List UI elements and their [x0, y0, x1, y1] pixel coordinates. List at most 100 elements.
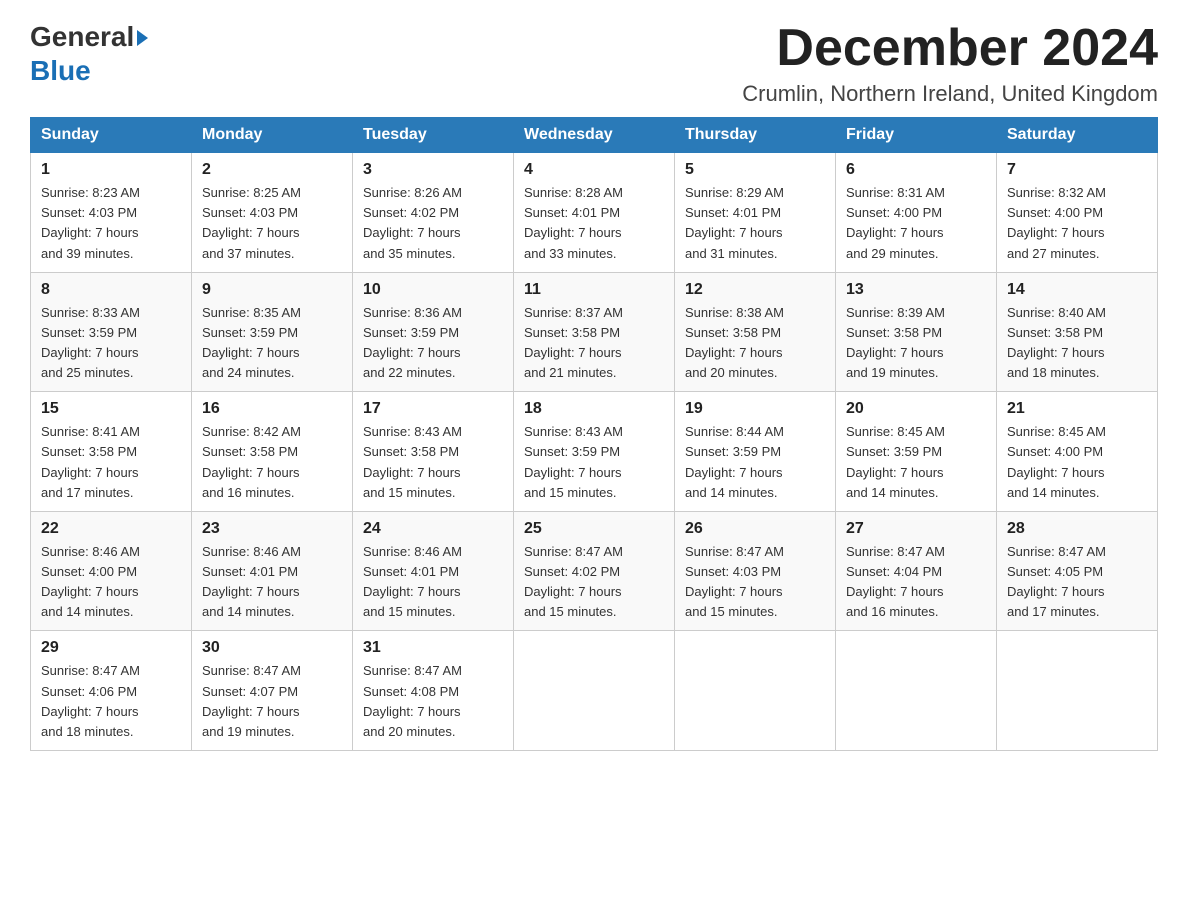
calendar-header-tuesday: Tuesday [353, 118, 514, 153]
calendar-cell: 6 Sunrise: 8:31 AM Sunset: 4:00 PM Daylig… [836, 153, 997, 273]
calendar-table: SundayMondayTuesdayWednesdayThursdayFrid… [30, 117, 1158, 751]
calendar-week-row: 29 Sunrise: 8:47 AM Sunset: 4:06 PM Dayli… [31, 631, 1158, 751]
calendar-header-sunday: Sunday [31, 118, 192, 153]
day-info: Sunrise: 8:41 AM Sunset: 3:58 PM Dayligh… [41, 422, 181, 503]
calendar-cell [675, 631, 836, 751]
calendar-cell: 9 Sunrise: 8:35 AM Sunset: 3:59 PM Daylig… [192, 272, 353, 392]
calendar-header-row: SundayMondayTuesdayWednesdayThursdayFrid… [31, 118, 1158, 153]
calendar-cell: 15 Sunrise: 8:41 AM Sunset: 3:58 PM Dayli… [31, 392, 192, 512]
day-number: 10 [363, 281, 503, 299]
day-info: Sunrise: 8:37 AM Sunset: 3:58 PM Dayligh… [524, 303, 664, 384]
day-info: Sunrise: 8:47 AM Sunset: 4:03 PM Dayligh… [685, 542, 825, 623]
calendar-header-friday: Friday [836, 118, 997, 153]
day-number: 4 [524, 161, 664, 179]
day-number: 17 [363, 400, 503, 418]
day-number: 27 [846, 520, 986, 538]
logo: General Blue [30, 20, 148, 87]
logo-blue: Blue [30, 55, 91, 86]
day-number: 11 [524, 281, 664, 299]
day-info: Sunrise: 8:47 AM Sunset: 4:05 PM Dayligh… [1007, 542, 1147, 623]
calendar-cell: 27 Sunrise: 8:47 AM Sunset: 4:04 PM Dayli… [836, 511, 997, 631]
calendar-cell: 12 Sunrise: 8:38 AM Sunset: 3:58 PM Dayli… [675, 272, 836, 392]
calendar-cell: 23Sunrise: 8:46 AM Sunset: 4:01 PM Dayli… [192, 511, 353, 631]
day-info: Sunrise: 8:35 AM Sunset: 3:59 PM Dayligh… [202, 303, 342, 384]
calendar-cell [836, 631, 997, 751]
day-number: 12 [685, 281, 825, 299]
calendar-cell: 28 Sunrise: 8:47 AM Sunset: 4:05 PM Dayli… [997, 511, 1158, 631]
day-number: 19 [685, 400, 825, 418]
calendar-cell: 31Sunrise: 8:47 AM Sunset: 4:08 PM Dayli… [353, 631, 514, 751]
calendar-cell: 2 Sunrise: 8:25 AM Sunset: 4:03 PM Daylig… [192, 153, 353, 273]
day-info: Sunrise: 8:43 AM Sunset: 3:58 PM Dayligh… [363, 422, 503, 503]
day-info: Sunrise: 8:42 AM Sunset: 3:58 PM Dayligh… [202, 422, 342, 503]
day-number: 8 [41, 281, 181, 299]
logo-general: General [30, 20, 134, 54]
day-number: 2 [202, 161, 342, 179]
day-number: 1 [41, 161, 181, 179]
calendar-week-row: 22Sunrise: 8:46 AM Sunset: 4:00 PM Dayli… [31, 511, 1158, 631]
day-number: 6 [846, 161, 986, 179]
day-info: Sunrise: 8:45 AM Sunset: 3:59 PM Dayligh… [846, 422, 986, 503]
calendar-cell: 30 Sunrise: 8:47 AM Sunset: 4:07 PM Dayli… [192, 631, 353, 751]
calendar-header-thursday: Thursday [675, 118, 836, 153]
day-info: Sunrise: 8:39 AM Sunset: 3:58 PM Dayligh… [846, 303, 986, 384]
day-info: Sunrise: 8:46 AM Sunset: 4:01 PM Dayligh… [202, 542, 342, 623]
day-number: 3 [363, 161, 503, 179]
day-info: Sunrise: 8:40 AM Sunset: 3:58 PM Dayligh… [1007, 303, 1147, 384]
logo-arrow-icon [137, 30, 148, 46]
calendar-cell: 10Sunrise: 8:36 AM Sunset: 3:59 PM Dayli… [353, 272, 514, 392]
day-number: 28 [1007, 520, 1147, 538]
calendar-cell [514, 631, 675, 751]
page-header: General Blue December 2024 Crumlin, Nort… [30, 20, 1158, 107]
calendar-cell: 14 Sunrise: 8:40 AM Sunset: 3:58 PM Dayli… [997, 272, 1158, 392]
calendar-cell: 3 Sunrise: 8:26 AM Sunset: 4:02 PM Daylig… [353, 153, 514, 273]
day-number: 21 [1007, 400, 1147, 418]
day-info: Sunrise: 8:47 AM Sunset: 4:04 PM Dayligh… [846, 542, 986, 623]
calendar-cell: 5Sunrise: 8:29 AM Sunset: 4:01 PM Daylig… [675, 153, 836, 273]
calendar-cell: 21Sunrise: 8:45 AM Sunset: 4:00 PM Dayli… [997, 392, 1158, 512]
calendar-cell: 11 Sunrise: 8:37 AM Sunset: 3:58 PM Dayli… [514, 272, 675, 392]
day-info: Sunrise: 8:47 AM Sunset: 4:06 PM Dayligh… [41, 661, 181, 742]
calendar-week-row: 8 Sunrise: 8:33 AM Sunset: 3:59 PM Daylig… [31, 272, 1158, 392]
day-info: Sunrise: 8:38 AM Sunset: 3:58 PM Dayligh… [685, 303, 825, 384]
day-number: 15 [41, 400, 181, 418]
day-number: 9 [202, 281, 342, 299]
calendar-cell: 4Sunrise: 8:28 AM Sunset: 4:01 PM Daylig… [514, 153, 675, 273]
location-title: Crumlin, Northern Ireland, United Kingdo… [742, 81, 1158, 107]
calendar-cell: 1 Sunrise: 8:23 AM Sunset: 4:03 PM Daylig… [31, 153, 192, 273]
day-number: 20 [846, 400, 986, 418]
day-number: 14 [1007, 281, 1147, 299]
day-info: Sunrise: 8:47 AM Sunset: 4:07 PM Dayligh… [202, 661, 342, 742]
day-info: Sunrise: 8:31 AM Sunset: 4:00 PM Dayligh… [846, 183, 986, 264]
calendar-cell: 22Sunrise: 8:46 AM Sunset: 4:00 PM Dayli… [31, 511, 192, 631]
day-number: 18 [524, 400, 664, 418]
calendar-header-saturday: Saturday [997, 118, 1158, 153]
day-info: Sunrise: 8:26 AM Sunset: 4:02 PM Dayligh… [363, 183, 503, 264]
day-info: Sunrise: 8:46 AM Sunset: 4:00 PM Dayligh… [41, 542, 181, 623]
day-number: 26 [685, 520, 825, 538]
day-info: Sunrise: 8:33 AM Sunset: 3:59 PM Dayligh… [41, 303, 181, 384]
calendar-cell [997, 631, 1158, 751]
calendar-week-row: 1 Sunrise: 8:23 AM Sunset: 4:03 PM Daylig… [31, 153, 1158, 273]
calendar-cell: 18 Sunrise: 8:43 AM Sunset: 3:59 PM Dayli… [514, 392, 675, 512]
calendar-cell: 19 Sunrise: 8:44 AM Sunset: 3:59 PM Dayli… [675, 392, 836, 512]
calendar-cell: 25Sunrise: 8:47 AM Sunset: 4:02 PM Dayli… [514, 511, 675, 631]
calendar-cell: 16Sunrise: 8:42 AM Sunset: 3:58 PM Dayli… [192, 392, 353, 512]
title-block: December 2024 Crumlin, Northern Ireland,… [742, 20, 1158, 107]
day-number: 24 [363, 520, 503, 538]
day-number: 29 [41, 639, 181, 657]
month-title: December 2024 [742, 20, 1158, 77]
day-number: 7 [1007, 161, 1147, 179]
calendar-header-wednesday: Wednesday [514, 118, 675, 153]
day-number: 13 [846, 281, 986, 299]
day-number: 30 [202, 639, 342, 657]
calendar-cell: 29 Sunrise: 8:47 AM Sunset: 4:06 PM Dayli… [31, 631, 192, 751]
day-number: 5 [685, 161, 825, 179]
calendar-cell: 17 Sunrise: 8:43 AM Sunset: 3:58 PM Dayli… [353, 392, 514, 512]
day-info: Sunrise: 8:44 AM Sunset: 3:59 PM Dayligh… [685, 422, 825, 503]
calendar-cell: 7Sunrise: 8:32 AM Sunset: 4:00 PM Daylig… [997, 153, 1158, 273]
day-number: 25 [524, 520, 664, 538]
day-info: Sunrise: 8:25 AM Sunset: 4:03 PM Dayligh… [202, 183, 342, 264]
day-info: Sunrise: 8:23 AM Sunset: 4:03 PM Dayligh… [41, 183, 181, 264]
day-info: Sunrise: 8:43 AM Sunset: 3:59 PM Dayligh… [524, 422, 664, 503]
